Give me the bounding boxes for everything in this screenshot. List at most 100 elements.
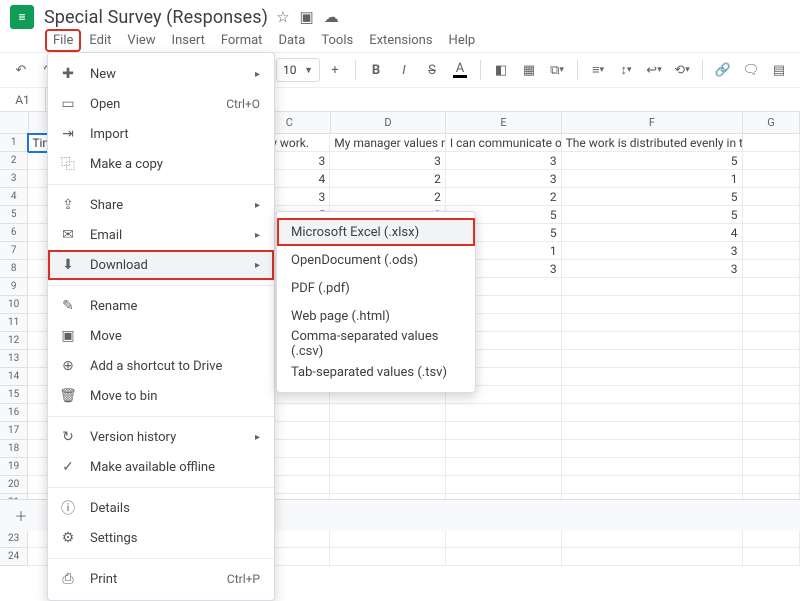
cell[interactable] (446, 458, 562, 476)
cell[interactable] (330, 548, 446, 566)
cell[interactable] (743, 278, 800, 296)
rotate-button[interactable]: ⟲▾ (669, 57, 695, 83)
sheets-logo-icon[interactable] (10, 5, 34, 29)
cell[interactable] (743, 206, 800, 224)
cell[interactable] (562, 530, 743, 548)
row-header[interactable]: 1 (0, 134, 28, 152)
menu-edit[interactable]: Edit (82, 30, 118, 51)
cell[interactable]: 5 (562, 152, 743, 170)
cell[interactable]: 2 (330, 170, 446, 188)
cell[interactable] (330, 440, 446, 458)
cell[interactable] (743, 368, 800, 386)
row-header[interactable]: 6 (0, 224, 28, 242)
strike-button[interactable]: S (419, 57, 445, 83)
row-header[interactable]: 14 (0, 368, 28, 386)
cell[interactable] (446, 422, 562, 440)
cell[interactable] (562, 422, 743, 440)
menu-item-add-a-shortcut-to-drive[interactable]: ⊕Add a shortcut to Drive (48, 351, 274, 381)
row-header[interactable]: 18 (0, 440, 28, 458)
column-header[interactable]: G (743, 112, 800, 133)
select-all-corner[interactable] (0, 112, 29, 133)
row-header[interactable]: 3 (0, 170, 28, 188)
submenu-item[interactable]: Microsoft Excel (.xlsx) (277, 218, 475, 246)
menu-item-new[interactable]: ✚New▸ (48, 59, 274, 89)
vert-align-button[interactable]: ↕▾ (613, 57, 639, 83)
submenu-item[interactable]: PDF (.pdf) (277, 274, 475, 302)
cell[interactable] (446, 548, 562, 566)
cell[interactable]: The work is distributed evenly in the te… (562, 134, 743, 152)
bold-button[interactable]: B (363, 57, 389, 83)
cloud-status-icon[interactable]: ☁ (324, 8, 339, 26)
cell[interactable]: 1 (562, 170, 743, 188)
column-header[interactable]: E (446, 112, 562, 133)
menu-view[interactable]: View (120, 30, 162, 51)
row-header[interactable]: 20 (0, 476, 28, 494)
row-header[interactable]: 7 (0, 242, 28, 260)
text-color-button[interactable]: A (447, 57, 473, 83)
link-button[interactable]: 🔗 (710, 57, 736, 83)
menu-help[interactable]: Help (442, 30, 483, 51)
cell[interactable] (446, 476, 562, 494)
cell[interactable] (562, 548, 743, 566)
cell[interactable] (743, 530, 800, 548)
cell[interactable]: 3 (562, 260, 743, 278)
comment-button[interactable]: 🗨 (738, 57, 764, 83)
document-title[interactable]: Special Survey (Responses) (44, 7, 276, 28)
cell[interactable]: 3 (446, 152, 562, 170)
cell[interactable] (562, 404, 743, 422)
cell[interactable] (743, 386, 800, 404)
cell[interactable] (562, 386, 743, 404)
cell[interactable] (562, 458, 743, 476)
cell[interactable] (743, 188, 800, 206)
cell[interactable] (330, 404, 446, 422)
italic-button[interactable]: I (391, 57, 417, 83)
undo-button[interactable]: ↶ (8, 57, 34, 83)
row-header[interactable]: 16 (0, 404, 28, 422)
cell[interactable] (743, 134, 800, 152)
cell[interactable] (562, 296, 743, 314)
cell[interactable] (446, 530, 562, 548)
menu-item-email[interactable]: ✉Email▸ (48, 220, 274, 250)
cell[interactable] (743, 422, 800, 440)
cell[interactable]: 4 (562, 224, 743, 242)
cell[interactable] (743, 224, 800, 242)
cell[interactable] (562, 314, 743, 332)
cell[interactable] (562, 440, 743, 458)
cell[interactable]: 3 (330, 152, 446, 170)
cell[interactable]: 3 (446, 170, 562, 188)
row-header[interactable]: 5 (0, 206, 28, 224)
menu-item-move-to-bin[interactable]: 🗑Move to bin (48, 381, 274, 411)
cell[interactable]: 3 (562, 242, 743, 260)
cell[interactable] (743, 152, 800, 170)
submenu-item[interactable]: Tab-separated values (.tsv) (277, 358, 475, 386)
cell[interactable] (743, 314, 800, 332)
cell[interactable] (743, 242, 800, 260)
row-header[interactable]: 23 (0, 530, 28, 548)
menu-item-import[interactable]: ⇥Import (48, 119, 274, 149)
cell[interactable] (562, 368, 743, 386)
row-header[interactable]: 24 (0, 548, 28, 566)
row-header[interactable]: 19 (0, 458, 28, 476)
submenu-item[interactable]: OpenDocument (.ods) (277, 246, 475, 274)
cell[interactable] (562, 476, 743, 494)
horiz-align-button[interactable]: ≡▾ (585, 57, 611, 83)
submenu-item[interactable]: Web page (.html) (277, 302, 475, 330)
menu-item-move[interactable]: ▣Move (48, 321, 274, 351)
cell[interactable] (743, 350, 800, 368)
menu-tools[interactable]: Tools (314, 30, 360, 51)
column-header[interactable]: D (331, 112, 447, 133)
submenu-item[interactable]: Comma-separated values (.csv) (277, 330, 475, 358)
row-header[interactable]: 4 (0, 188, 28, 206)
row-header[interactable]: 17 (0, 422, 28, 440)
row-header[interactable]: 10 (0, 296, 28, 314)
cell[interactable]: My manager values my f (330, 134, 446, 152)
menu-item-make-available-offline[interactable]: ✓Make available offline (48, 452, 274, 482)
cell[interactable] (446, 404, 562, 422)
menu-item-open[interactable]: ▭OpenCtrl+O (48, 89, 274, 119)
wrap-button[interactable]: ↩▾ (641, 57, 667, 83)
row-header[interactable]: 15 (0, 386, 28, 404)
cell[interactable] (330, 458, 446, 476)
cell[interactable] (743, 170, 800, 188)
move-folder-icon[interactable]: ▣ (300, 8, 314, 26)
cell[interactable] (743, 440, 800, 458)
